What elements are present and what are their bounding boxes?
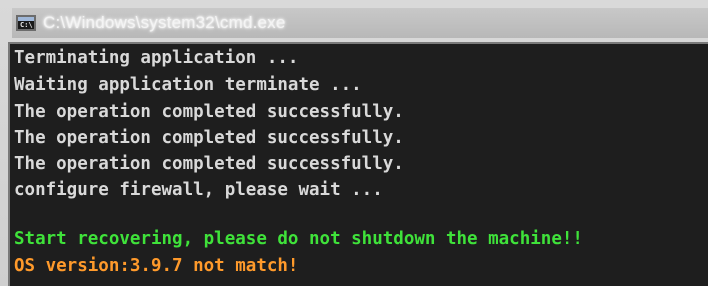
console-line-success: Start recovering, please do not shutdown… (14, 229, 583, 249)
console-icon-label: C:\ (20, 21, 33, 29)
console-line: configure firewall, please wait ... (14, 180, 383, 200)
console-line: The operation completed successfully. (14, 128, 404, 148)
console-line: Waiting application terminate ... (14, 75, 362, 95)
console-line-error: OS version:3.9.7 not match! (14, 256, 299, 276)
console-line: The operation completed successfully. (14, 154, 404, 174)
console-window: C:\ C:\Windows\system32\cmd.exe Terminat… (0, 0, 708, 286)
window-title: C:\Windows\system32\cmd.exe (43, 13, 286, 32)
console-line: The operation completed successfully. (14, 102, 404, 122)
console-line: Terminating application ... (14, 48, 299, 68)
console-output[interactable]: Terminating application ... Waiting appl… (8, 42, 708, 286)
console-icon[interactable]: C:\ (16, 15, 36, 31)
title-bar[interactable]: C:\ C:\Windows\system32\cmd.exe (12, 8, 708, 38)
